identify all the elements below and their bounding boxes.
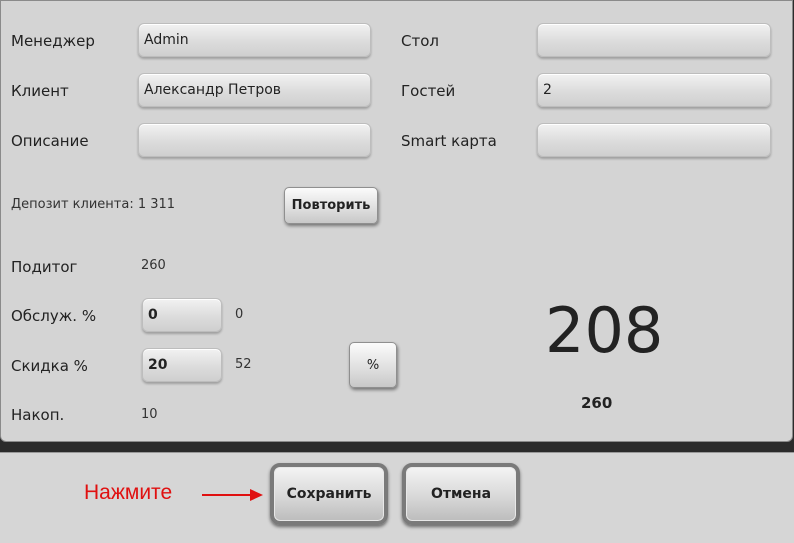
client-field[interactable]: [138, 73, 371, 107]
discount-percent-label: Скидка %: [11, 357, 88, 375]
smart-card-label: Smart карта: [401, 132, 497, 150]
manager-field[interactable]: [138, 23, 371, 57]
subtotal-value: 260: [141, 258, 166, 273]
accumulated-label: Накоп.: [11, 406, 65, 424]
total-before-discount: 260: [581, 394, 613, 412]
cancel-button[interactable]: Отмена: [402, 463, 520, 525]
order-form-panel: Менеджер Клиент Описание Стол Гостей Sma…: [0, 0, 793, 442]
table-label: Стол: [401, 32, 439, 50]
grand-total: 208: [545, 294, 664, 367]
retry-button[interactable]: Повторить: [284, 187, 378, 224]
guests-field[interactable]: [537, 73, 771, 107]
discount-amount: 52: [235, 357, 252, 372]
guests-label: Гостей: [401, 82, 456, 100]
description-label: Описание: [11, 132, 89, 150]
accumulated-value: 10: [141, 407, 158, 422]
service-percent-label: Обслуж. %: [11, 307, 97, 325]
service-percent-field[interactable]: [142, 298, 222, 332]
save-button[interactable]: Сохранить: [270, 463, 388, 525]
description-field[interactable]: [138, 123, 371, 157]
percent-button[interactable]: %: [349, 342, 397, 388]
hint-text: Нажмите: [84, 481, 173, 504]
subtotal-label: Подитог: [11, 258, 78, 276]
client-label: Клиент: [11, 82, 69, 100]
client-deposit-text: Депозит клиента: 1 311: [11, 197, 176, 212]
discount-percent-field[interactable]: [142, 348, 222, 382]
manager-label: Менеджер: [11, 32, 95, 50]
table-field[interactable]: [537, 23, 771, 57]
smart-card-field[interactable]: [537, 123, 771, 157]
arrow-right-icon: [202, 489, 263, 501]
service-amount: 0: [235, 307, 244, 322]
